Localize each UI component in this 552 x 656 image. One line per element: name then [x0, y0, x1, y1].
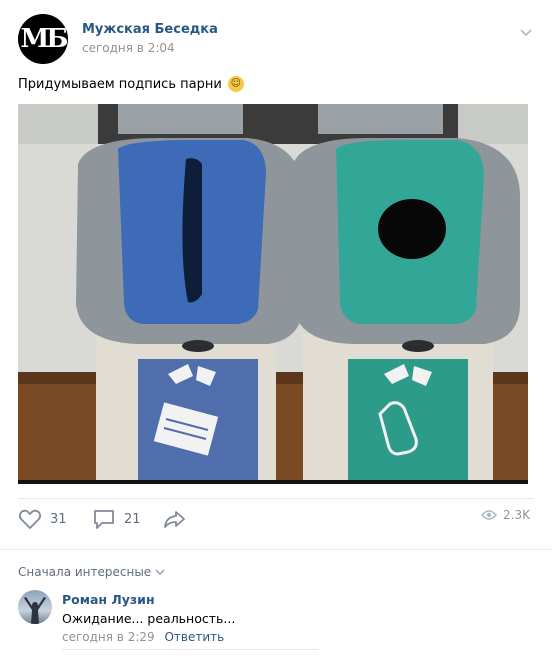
- chevron-down-icon[interactable]: [518, 24, 534, 40]
- post-actions: 31 21 2.3K: [18, 508, 530, 540]
- comment-count: 21: [124, 511, 141, 527]
- share-button[interactable]: [162, 508, 188, 530]
- divider: [0, 549, 552, 550]
- comment-time-link[interactable]: сегодня в 2:29: [62, 630, 155, 644]
- comments-sort-dropdown[interactable]: Сначала интересные: [18, 565, 165, 579]
- person-silhouette-icon: [24, 597, 46, 624]
- community-avatar[interactable]: МБ: [18, 14, 69, 64]
- divider: [18, 498, 534, 499]
- commenter-avatar[interactable]: [18, 590, 52, 624]
- like-count: 31: [50, 511, 67, 527]
- post-photo[interactable]: [18, 104, 528, 484]
- views-counter: 2.3K: [481, 508, 530, 522]
- post-text: Придумываем подпись парни ☺: [18, 76, 244, 92]
- post-header: МБ Мужская Беседка сегодня в 2:04: [18, 14, 538, 66]
- community-logo-text: МБ: [20, 24, 69, 54]
- recycling-bins-image: [18, 104, 528, 480]
- comment-divider: [62, 649, 318, 650]
- post-text-content: Придумываем подпись парни: [18, 76, 222, 92]
- chevron-down-icon: [155, 569, 165, 575]
- like-button[interactable]: 31: [18, 508, 67, 530]
- share-icon: [164, 511, 185, 528]
- heart-icon: [18, 509, 42, 530]
- comment-meta: сегодня в 2:29 Ответить: [62, 630, 224, 644]
- comment-button[interactable]: 21: [92, 508, 141, 530]
- commenter-name-link[interactable]: Роман Лузин: [62, 592, 155, 607]
- laughing-emoji-icon: ☺: [227, 76, 244, 92]
- comment-text: Ожидание... реальность...: [62, 611, 236, 626]
- comment-icon: [94, 510, 114, 529]
- community-name-link[interactable]: Мужская Беседка: [82, 22, 218, 37]
- views-count: 2.3K: [503, 508, 530, 522]
- reply-link[interactable]: Ответить: [164, 630, 224, 644]
- sort-label: Сначала интересные: [18, 565, 152, 579]
- post-time-link[interactable]: сегодня в 2:04: [82, 41, 175, 55]
- comment-item: Роман Лузин Ожидание... реальность... се…: [18, 590, 534, 650]
- eye-icon: [481, 510, 498, 520]
